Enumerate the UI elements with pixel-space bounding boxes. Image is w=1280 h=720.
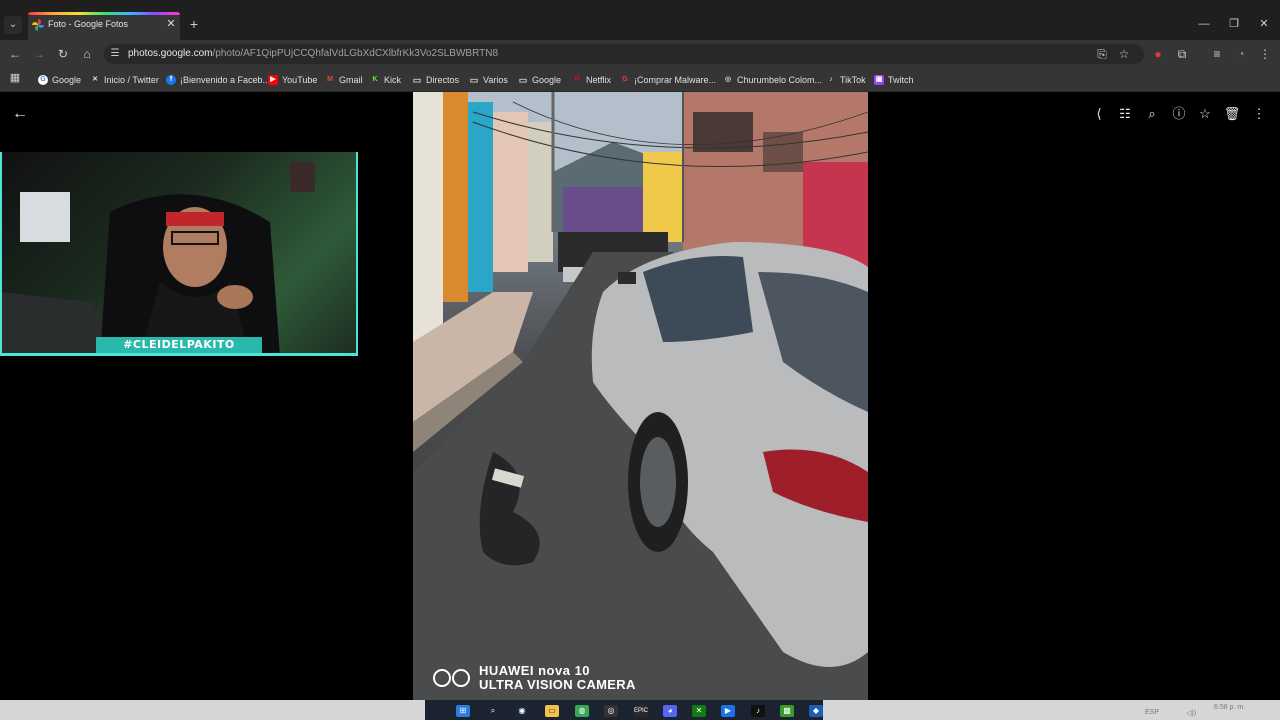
- bookmark-gmail[interactable]: M Gmail: [325, 73, 363, 87]
- minimize-icon[interactable]: —: [1196, 16, 1212, 32]
- info-icon[interactable]: ⓘ: [1170, 105, 1188, 123]
- bookmark-label: Twitch: [888, 75, 914, 85]
- bookmark-churumbelo[interactable]: ◎ Churumbelo Colom...: [723, 73, 822, 87]
- reload-icon[interactable]: ↻: [54, 45, 72, 63]
- bookmark-facebook[interactable]: f ¡Bienvenido a Faceb...: [166, 73, 270, 87]
- install-app-icon[interactable]: ⎘: [1093, 45, 1111, 63]
- forward-icon[interactable]: →: [30, 45, 48, 63]
- bookmark-folder-varios[interactable]: ▭ Varios: [469, 73, 508, 87]
- extension-icon[interactable]: ●: [1149, 45, 1167, 63]
- bookmark-youtube[interactable]: ▶ YouTube: [268, 73, 317, 87]
- bookmark-label: ¡Comprar Malware...: [634, 75, 717, 85]
- file-explorer-icon[interactable]: ▭: [545, 705, 559, 717]
- tiktok-icon: ♪: [829, 76, 833, 83]
- webcam-tag: #CLEIDELPAKITO: [96, 337, 262, 353]
- bookmark-netflix[interactable]: N Netflix: [572, 73, 611, 87]
- folder-icon: ▭: [469, 75, 479, 85]
- zoom-icon[interactable]: ⌕: [1143, 105, 1161, 123]
- g-icon: G: [622, 76, 628, 83]
- bookmark-folder-google[interactable]: ▭ Google: [518, 73, 561, 87]
- webcam-overlay: [0, 152, 358, 356]
- folder-icon: ▭: [518, 75, 528, 85]
- minecraft-icon[interactable]: ▩: [780, 705, 794, 717]
- google-photos-icon: [32, 19, 44, 31]
- bookmark-label: Netflix: [586, 75, 612, 85]
- photo-image[interactable]: [413, 92, 868, 700]
- favorite-star-icon[interactable]: ☆: [1196, 105, 1214, 123]
- new-tab-button[interactable]: +: [186, 16, 202, 32]
- edit-adjust-icon[interactable]: ☷: [1116, 105, 1134, 123]
- url-host: photos.google.com: [128, 48, 213, 59]
- bookmark-folder-directos[interactable]: ▭ Directos: [412, 73, 459, 87]
- google-icon: G: [38, 75, 48, 85]
- xbox-icon[interactable]: ✕: [692, 705, 706, 717]
- share-icon[interactable]: ⟨: [1090, 105, 1108, 123]
- tiktok-taskbar-icon[interactable]: ♪: [751, 705, 765, 717]
- profile-icon[interactable]: ◔: [1232, 45, 1250, 63]
- obs-icon[interactable]: ◎: [604, 705, 618, 717]
- facebook-icon: f: [166, 75, 176, 85]
- bookmark-tiktok[interactable]: ♪ TikTok: [826, 73, 866, 87]
- gmail-icon: M: [327, 76, 333, 83]
- twitch-icon: ▣: [874, 75, 884, 85]
- tab-title: Foto - Google Fotos: [48, 19, 129, 29]
- tray-language[interactable]: ESP: [1145, 709, 1159, 716]
- extensions-puzzle-icon[interactable]: ⧉: [1173, 45, 1191, 63]
- bookmark-comprar-malware[interactable]: G ¡Comprar Malware...: [620, 73, 716, 87]
- bookmark-label: Kick: [384, 75, 402, 85]
- netflix-icon: N: [574, 76, 580, 83]
- discord-icon[interactable]: ◕: [663, 705, 677, 717]
- chrome-icon[interactable]: ◍: [575, 705, 589, 717]
- bookmark-google[interactable]: G Google: [38, 73, 81, 87]
- bookmark-label: Directos: [426, 75, 460, 85]
- tab-search-button[interactable]: ⌄: [4, 16, 22, 34]
- street-scene: [413, 92, 868, 700]
- site-info-icon[interactable]: ☰: [106, 45, 124, 63]
- more-options-icon[interactable]: ⋮: [1250, 105, 1268, 123]
- tab-accent-bar: [28, 12, 180, 15]
- search-icon[interactable]: ⌕: [486, 705, 500, 717]
- bookmark-star-icon[interactable]: ☆: [1115, 45, 1133, 63]
- steam-icon[interactable]: ◉: [515, 705, 529, 717]
- apps-grid-icon[interactable]: ▦: [6, 69, 24, 87]
- home-icon[interactable]: ⌂: [78, 45, 96, 63]
- viewer-back-icon[interactable]: ←: [12, 105, 30, 123]
- globe-icon: ◎: [724, 76, 732, 83]
- kick-icon: K: [372, 76, 378, 83]
- back-icon[interactable]: ←: [6, 45, 24, 63]
- start-windows-icon[interactable]: ⊞: [456, 705, 470, 717]
- bookmark-twitter[interactable]: ✕ Inicio / Twitter: [90, 73, 159, 87]
- bookmark-label: Gmail: [339, 75, 363, 85]
- bookmark-label: Varios: [483, 75, 508, 85]
- delete-icon[interactable]: 🗑: [1223, 105, 1241, 123]
- tray-volume-icon[interactable]: ◁)): [1186, 709, 1196, 717]
- app-icon[interactable]: ▶: [721, 705, 735, 717]
- tray-clock[interactable]: 6:58 p. m.: [1214, 704, 1245, 711]
- epic-games-icon[interactable]: EPIC: [634, 705, 648, 717]
- media-control-icon[interactable]: ≡: [1208, 45, 1226, 63]
- bookmark-label: TikTok: [840, 75, 866, 85]
- bookmark-twitch[interactable]: ▣ Twitch: [874, 73, 914, 87]
- bookmark-label: Google: [52, 75, 82, 85]
- bookmark-label: ¡Bienvenido a Faceb...: [180, 75, 271, 85]
- launcher-icon[interactable]: ◆: [809, 705, 823, 717]
- bookmark-label: Google: [532, 75, 562, 85]
- url-path: /photo/AF1QipPUjCCQhfalVdLGbXdCXlbfrKk3V…: [212, 48, 499, 59]
- watermark-brand: HUAWEI nova 10: [479, 663, 591, 678]
- tab-close-icon[interactable]: ✕: [164, 17, 178, 31]
- url-text[interactable]: photos.google.com/photo/AF1QipPUjCCQhfal…: [128, 48, 498, 59]
- webcam-scene: [0, 162, 315, 356]
- camera-rings-icon: [433, 669, 470, 687]
- restore-icon[interactable]: ❐: [1226, 16, 1242, 32]
- folder-icon: ▭: [412, 75, 422, 85]
- menu-dots-icon[interactable]: ⋮: [1256, 45, 1274, 63]
- bookmark-kick[interactable]: K Kick: [370, 73, 401, 87]
- bookmark-label: YouTube: [282, 75, 318, 85]
- x-icon: ✕: [92, 76, 98, 83]
- bookmark-label: Churumbelo Colom...: [737, 75, 823, 85]
- bookmark-label: Inicio / Twitter: [104, 75, 159, 85]
- watermark-subtitle: ULTRA VISION CAMERA: [479, 677, 636, 692]
- youtube-icon: ▶: [268, 75, 278, 85]
- close-window-icon[interactable]: ✕: [1256, 16, 1272, 32]
